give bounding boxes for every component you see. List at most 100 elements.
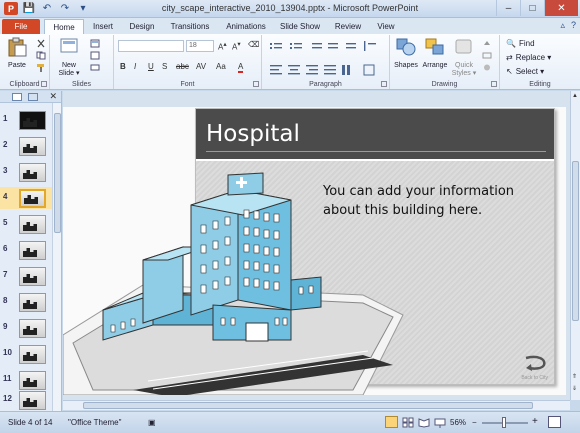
fit-to-window-icon[interactable] (548, 416, 561, 428)
slide-title[interactable]: Hospital (206, 121, 300, 147)
quick-styles-button[interactable]: Quick Styles ▾ (450, 37, 478, 78)
minimize-button[interactable]: – (496, 0, 520, 16)
window-title: city_scape_interactive_2010_13904.pptx -… (161, 3, 419, 13)
paste-button[interactable]: Paste (4, 37, 30, 70)
section-icon[interactable] (90, 63, 100, 72)
spell-check-icon[interactable]: ▣ (148, 418, 156, 427)
clipboard-launcher-icon[interactable] (41, 81, 47, 87)
slide-thumb-3[interactable]: 3 (0, 161, 52, 183)
scroll-up-icon[interactable]: ▲ (572, 93, 578, 99)
back-arrow-icon[interactable] (520, 353, 550, 375)
arrange-button[interactable]: Arrange (420, 37, 450, 70)
window-controls: – □ ✕ (496, 0, 578, 16)
scrollbar-thumb[interactable] (83, 402, 533, 409)
select-button[interactable]: ↖ Select ▾ (506, 67, 544, 76)
zoom-out-icon[interactable]: − (472, 418, 477, 427)
slide-thumb-4[interactable]: 4 (0, 187, 52, 209)
slide-show-icon[interactable] (433, 416, 446, 428)
theme-name: "Office Theme" (68, 418, 122, 427)
zoom-slider-thumb[interactable] (502, 417, 506, 428)
tab-slide-show[interactable]: Slide Show (276, 19, 324, 34)
slide-horizontal-scrollbar[interactable] (63, 400, 570, 410)
previous-slide-icon[interactable]: ⇑ (572, 373, 577, 380)
shapes-button[interactable]: Shapes (392, 37, 420, 70)
slide-thumb-1[interactable]: 1 (0, 109, 52, 131)
tab-file[interactable]: File (2, 19, 40, 34)
next-slide-icon[interactable]: ⇓ (572, 385, 577, 392)
shadow-button[interactable]: S (162, 62, 167, 71)
strikethrough-button[interactable]: abc (176, 62, 189, 71)
clear-formatting-icon[interactable]: ⌫ (248, 40, 259, 49)
help-icon[interactable]: ? (571, 20, 576, 31)
paragraph-controls[interactable] (268, 40, 386, 80)
font-launcher-icon[interactable] (253, 81, 259, 87)
slide-number: 2 (3, 140, 8, 149)
close-button[interactable]: ✕ (544, 0, 578, 16)
new-slide-button[interactable]: New Slide ▾ (56, 37, 82, 78)
slide-thumb-12[interactable]: 12 (0, 389, 52, 411)
normal-view-icon[interactable] (385, 416, 398, 428)
ribbon: Paste Clipboard New Slide ▾ Slides 18 A▴… (0, 34, 580, 90)
grow-font-icon[interactable]: A▴ (218, 40, 227, 52)
replace-button[interactable]: ⇄ Replace ▾ (506, 53, 551, 62)
find-icon: 🔍 (506, 39, 516, 48)
scrollbar-thumb[interactable] (54, 113, 61, 233)
font-size-box[interactable]: 18 (186, 40, 214, 52)
paragraph-launcher-icon[interactable] (381, 81, 387, 87)
tab-review[interactable]: Review (330, 19, 366, 34)
hospital-illustration[interactable] (63, 165, 443, 395)
slide-thumbnail (19, 319, 46, 338)
font-name-box[interactable] (118, 40, 184, 52)
outline-tab-icon[interactable] (28, 93, 38, 101)
shrink-font-icon[interactable]: A▾ (232, 40, 241, 52)
slide-thumb-9[interactable]: 9 (0, 317, 52, 339)
slide-thumb-8[interactable]: 8 (0, 291, 52, 313)
tab-view[interactable]: View (372, 19, 400, 34)
shapes-icon (396, 38, 416, 56)
zoom-level[interactable]: 56% (450, 418, 466, 427)
shape-outline-icon[interactable] (482, 51, 492, 60)
close-panel-icon[interactable]: ✕ (49, 91, 57, 102)
shape-fill-icon[interactable] (482, 39, 492, 48)
tab-design[interactable]: Design (124, 19, 160, 34)
character-spacing-button[interactable]: AV (196, 62, 206, 71)
slide-sorter-icon[interactable] (401, 416, 414, 428)
scrollbar-thumb[interactable] (572, 161, 579, 321)
minimize-ribbon-icon[interactable]: ▵ (560, 20, 565, 31)
tab-transitions[interactable]: Transitions (164, 19, 216, 34)
find-button[interactable]: 🔍 Find (506, 39, 535, 48)
font-group-label: Font (180, 81, 195, 88)
slide-canvas[interactable]: Hospital You can add your information ab… (63, 107, 566, 395)
shape-effects-icon[interactable] (482, 63, 492, 72)
slide-number: 8 (3, 296, 8, 305)
replace-label: Replace ▾ (515, 53, 552, 62)
format-painter-icon[interactable] (36, 63, 46, 72)
drawing-launcher-icon[interactable] (491, 81, 497, 87)
reset-icon[interactable] (90, 51, 100, 60)
italic-button[interactable]: I (134, 62, 136, 71)
maximize-button[interactable]: □ (520, 0, 544, 16)
font-color-button[interactable]: A (238, 62, 244, 73)
slide-thumb-2[interactable]: 2 (0, 135, 52, 157)
cut-icon[interactable] (36, 39, 46, 48)
arrange-icon (425, 38, 444, 55)
slide-thumb-11[interactable]: 11 (0, 369, 52, 391)
slide-vertical-scrollbar[interactable]: ▲ ⇑ ⇓ (570, 91, 580, 400)
layout-icon[interactable] (90, 39, 100, 48)
tab-home[interactable]: Home (44, 19, 84, 34)
slides-tab-icon[interactable] (12, 93, 22, 101)
copy-icon[interactable] (36, 51, 46, 60)
slides-panel-scrollbar[interactable] (52, 103, 61, 411)
back-to-city-label[interactable]: Back to City (521, 375, 548, 381)
tab-insert[interactable]: Insert (86, 19, 120, 34)
underline-button[interactable]: U (148, 62, 154, 71)
bold-button[interactable]: B (120, 62, 126, 71)
slide-thumb-5[interactable]: 5 (0, 213, 52, 235)
reading-view-icon[interactable] (417, 416, 430, 428)
change-case-button[interactable]: Aa (216, 62, 226, 71)
tab-animations[interactable]: Animations (220, 19, 272, 34)
slide-thumb-10[interactable]: 10 (0, 343, 52, 365)
slide-thumb-7[interactable]: 7 (0, 265, 52, 287)
zoom-in-icon[interactable]: + (532, 416, 538, 427)
slide-thumb-6[interactable]: 6 (0, 239, 52, 261)
